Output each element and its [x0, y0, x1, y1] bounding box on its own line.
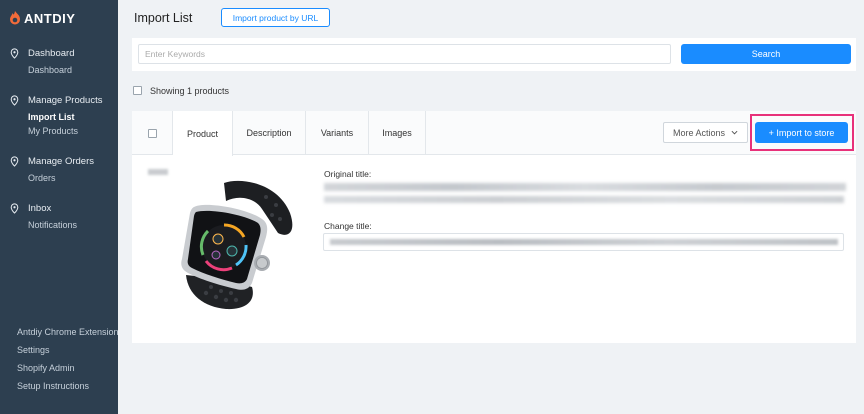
select-all-checkbox[interactable] [133, 86, 142, 95]
chevron-down-icon [731, 130, 738, 135]
search-panel: Search [132, 38, 856, 71]
sidebar-item-orders[interactable]: Orders [0, 171, 118, 185]
product-tabbar: Product Description Variants Images More… [132, 111, 856, 156]
nav-title-manage-products: Manage Products [28, 94, 103, 106]
product-image[interactable] [166, 175, 306, 315]
sidebar-item-dashboard[interactable]: Dashboard [0, 63, 118, 77]
nav-head-manage-products[interactable]: Manage Products [0, 93, 118, 107]
tab-images[interactable]: Images [369, 111, 426, 155]
nav-group-inbox: Inbox Notifications [0, 201, 118, 232]
product-select-checkbox[interactable] [148, 129, 157, 138]
change-title-input[interactable] [323, 233, 844, 251]
location-pin-icon [10, 202, 19, 214]
change-title-label: Change title: [324, 221, 372, 231]
import-by-url-button[interactable]: Import product by URL [221, 8, 330, 27]
flame-logo-icon [10, 11, 20, 25]
showing-count: Showing 1 products [150, 86, 230, 96]
nav-title-dashboard: Dashboard [28, 47, 75, 59]
product-card: Product Description Variants Images More… [132, 111, 856, 343]
nav-group-orders: Manage Orders Orders [0, 154, 118, 185]
sidebar-item-my-products[interactable]: My Products [0, 124, 118, 138]
location-pin-icon [10, 94, 19, 106]
change-title-redacted-text [330, 239, 838, 245]
nav-head-manage-orders[interactable]: Manage Orders [0, 154, 118, 168]
footer-link-chrome-extension[interactable]: Antdiy Chrome Extension [17, 327, 119, 337]
tab-description[interactable]: Description [233, 111, 306, 155]
page-title: Import List [134, 11, 193, 25]
brand-name: ANTDIY [24, 10, 76, 26]
nav-group-products: Manage Products Import List My Products [0, 93, 118, 138]
nav-title-inbox: Inbox [28, 202, 52, 214]
more-actions-dropdown[interactable]: More Actions [663, 122, 748, 143]
footer-link-shopify-admin[interactable]: Shopify Admin [17, 363, 75, 373]
original-title-redacted [324, 183, 846, 191]
nav-title-manage-orders: Manage Orders [28, 155, 95, 167]
search-input[interactable] [138, 44, 671, 64]
original-title-redacted-line2 [324, 196, 844, 203]
more-actions-label: More Actions [672, 127, 726, 138]
product-id-redacted [148, 169, 168, 175]
sidebar-item-notifications[interactable]: Notifications [0, 218, 118, 232]
tab-variants[interactable]: Variants [306, 111, 369, 155]
nav-group-dashboard: Dashboard Dashboard [0, 46, 118, 77]
original-title-label: Original title: [324, 169, 372, 179]
search-button[interactable]: Search [681, 44, 851, 64]
footer-link-settings[interactable]: Settings [17, 345, 50, 355]
tab-product[interactable]: Product [173, 111, 233, 156]
import-to-store-button[interactable]: + Import to store [755, 122, 848, 143]
footer-link-setup-instructions[interactable]: Setup Instructions [17, 381, 89, 391]
nav-head-inbox[interactable]: Inbox [0, 201, 118, 215]
location-pin-icon [10, 47, 19, 59]
sidebar-item-import-list[interactable]: Import List [0, 110, 118, 124]
brand-logo[interactable]: ANTDIY [8, 10, 75, 26]
location-pin-icon [10, 155, 19, 167]
nav-head-dashboard[interactable]: Dashboard [0, 46, 118, 60]
sidebar: ANTDIY Dashboard Dashboard Manage Produc… [0, 0, 119, 414]
